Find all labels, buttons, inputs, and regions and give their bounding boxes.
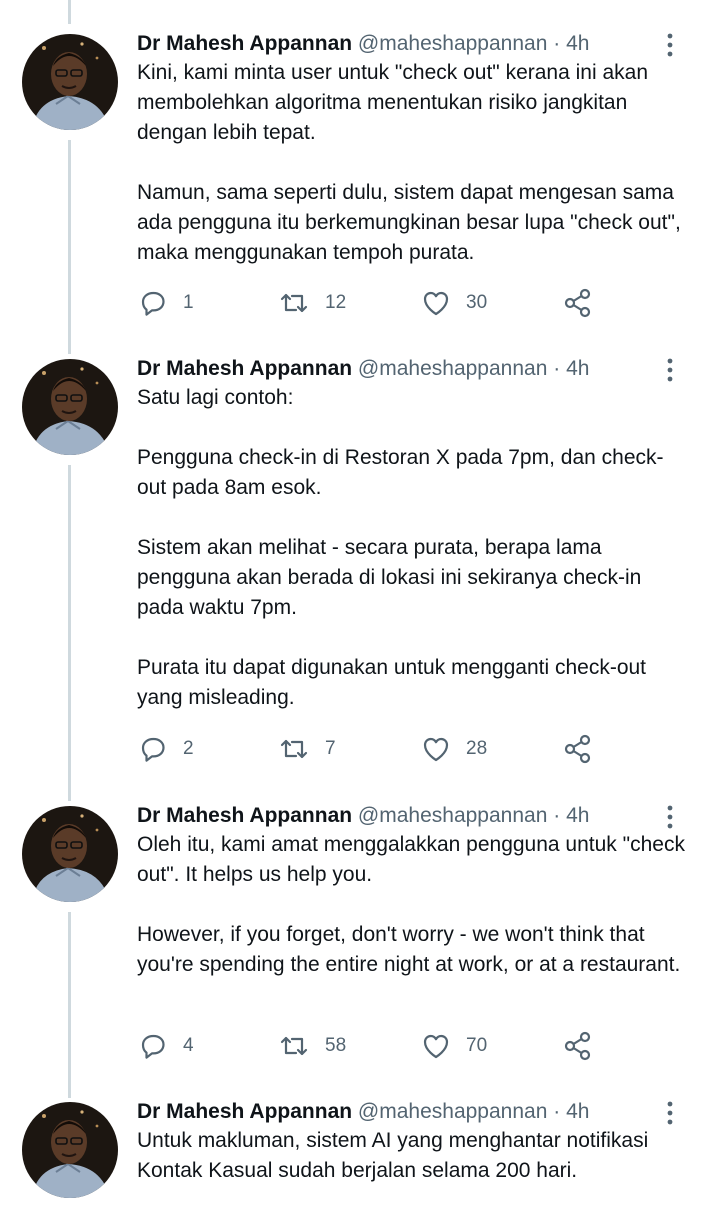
share-icon — [562, 1030, 594, 1062]
thread-connector-line — [68, 0, 71, 24]
author-handle[interactable]: @maheshappannan — [358, 1100, 547, 1123]
reply-count: 2 — [183, 738, 194, 759]
like-button[interactable]: 70 — [420, 1029, 487, 1063]
heart-icon — [420, 733, 452, 765]
tweet-text: Oleh itu, kami amat menggalakkan penggun… — [137, 830, 685, 980]
avatar[interactable] — [22, 806, 118, 902]
share-icon — [562, 733, 594, 765]
like-button[interactable]: 30 — [420, 286, 487, 320]
reply-icon — [137, 1030, 169, 1062]
reply-button[interactable]: 2 — [137, 732, 194, 766]
share-button[interactable] — [562, 286, 594, 320]
tweet-header: Dr Mahesh Appannan @maheshappannan · 4h — [137, 1098, 685, 1126]
retweet-button[interactable]: 58 — [277, 1029, 346, 1063]
thread-connector-line — [68, 465, 71, 801]
tweet-paragraph: Kini, kami minta user untuk "check out" … — [137, 61, 648, 144]
tweet-header: Dr Mahesh Appannan @maheshappannan · 4h — [137, 802, 685, 830]
tweet-text: Satu lagi contoh: Pengguna check-in di R… — [137, 383, 685, 713]
avatar[interactable] — [22, 34, 118, 130]
author-handle[interactable]: @maheshappannan — [358, 32, 547, 55]
tweet-actions: 1 12 30 — [137, 286, 607, 320]
author-handle[interactable]: @maheshappannan — [358, 357, 547, 380]
tweet-paragraph: Untuk makluman, sistem AI yang menghanta… — [137, 1129, 649, 1182]
separator-dot: · — [553, 804, 561, 827]
timestamp[interactable]: 4h — [566, 804, 589, 827]
timestamp[interactable]: 4h — [566, 1100, 589, 1123]
retweet-count: 58 — [325, 1035, 347, 1056]
tweet-paragraph: Pengguna check-in di Restoran X pada 7pm… — [137, 446, 664, 499]
author-name[interactable]: Dr Mahesh Appannan — [137, 32, 352, 55]
tweet-header: Dr Mahesh Appannan @maheshappannan · 4h — [137, 30, 685, 58]
tweet-paragraph: Namun, sama seperti dulu, sistem dapat m… — [137, 181, 681, 264]
retweet-icon — [277, 287, 311, 319]
share-button[interactable] — [562, 1029, 594, 1063]
tweet-paragraph: Oleh itu, kami amat menggalakkan penggun… — [137, 833, 685, 886]
tweet-text: Untuk makluman, sistem AI yang menghanta… — [137, 1126, 685, 1186]
author-name[interactable]: Dr Mahesh Appannan — [137, 1100, 352, 1123]
like-count: 28 — [466, 738, 488, 759]
tweet-actions: 4 58 70 — [137, 1029, 607, 1063]
retweet-button[interactable]: 12 — [277, 286, 346, 320]
author-name[interactable]: Dr Mahesh Appannan — [137, 804, 352, 827]
tweet-actions: 2 7 28 — [137, 732, 607, 766]
avatar[interactable] — [22, 359, 118, 455]
separator-dot: · — [553, 32, 561, 55]
retweet-count: 7 — [325, 738, 336, 759]
share-icon — [562, 287, 594, 319]
reply-icon — [137, 733, 169, 765]
heart-icon — [420, 287, 452, 319]
thread-connector-line — [68, 140, 71, 354]
tweet-paragraph: Purata itu dapat digunakan untuk menggan… — [137, 656, 647, 709]
tweet-paragraph: However, if you forget, don't worry - we… — [137, 923, 681, 976]
retweet-icon — [277, 1030, 311, 1062]
like-count: 70 — [466, 1035, 488, 1056]
tweet-paragraph: Satu lagi contoh: — [137, 386, 294, 409]
timestamp[interactable]: 4h — [566, 357, 589, 380]
separator-dot: · — [553, 1100, 561, 1123]
more-vertical-icon[interactable] — [660, 32, 680, 58]
more-vertical-icon[interactable] — [660, 804, 680, 830]
reply-button[interactable]: 4 — [137, 1029, 194, 1063]
reply-count: 1 — [183, 292, 194, 313]
avatar[interactable] — [22, 1102, 118, 1198]
tweet-text: Kini, kami minta user untuk "check out" … — [137, 58, 685, 268]
more-vertical-icon[interactable] — [660, 357, 680, 383]
thread-connector-line — [68, 912, 71, 1098]
reply-icon — [137, 287, 169, 319]
reply-button[interactable]: 1 — [137, 286, 194, 320]
heart-icon — [420, 1030, 452, 1062]
share-button[interactable] — [562, 732, 594, 766]
tweet-paragraph: Sistem akan melihat - secara purata, ber… — [137, 536, 642, 619]
reply-count: 4 — [183, 1035, 194, 1056]
retweet-count: 12 — [325, 292, 347, 313]
like-button[interactable]: 28 — [420, 732, 487, 766]
author-handle[interactable]: @maheshappannan — [358, 804, 547, 827]
retweet-icon — [277, 733, 311, 765]
like-count: 30 — [466, 292, 488, 313]
separator-dot: · — [553, 357, 561, 380]
more-vertical-icon[interactable] — [660, 1100, 680, 1126]
retweet-button[interactable]: 7 — [277, 732, 336, 766]
author-name[interactable]: Dr Mahesh Appannan — [137, 357, 352, 380]
tweet-header: Dr Mahesh Appannan @maheshappannan · 4h — [137, 355, 685, 383]
timestamp[interactable]: 4h — [566, 32, 589, 55]
